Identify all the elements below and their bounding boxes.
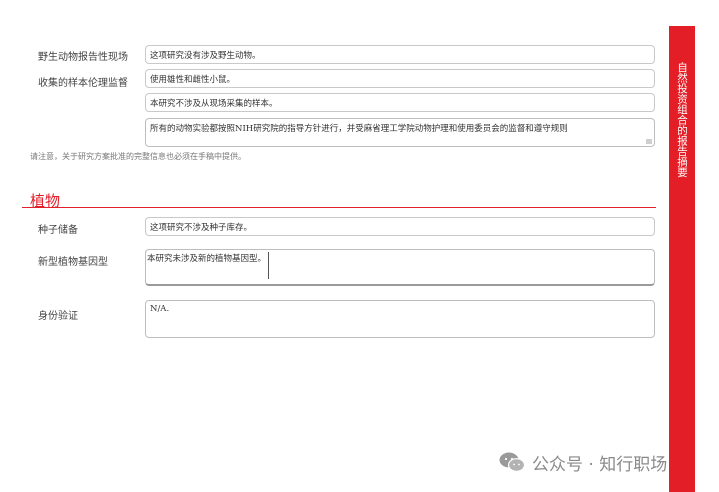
- wechat-icon: [499, 452, 526, 472]
- genotype-text: 本研究未涉及新的植物基因型。: [147, 254, 267, 264]
- text-cursor: [268, 252, 269, 279]
- authentication-label: 身份验证: [38, 311, 78, 322]
- protocol-note: 请注意，关于研究方案批准的完整信息也必须在手稿中提供。: [30, 152, 246, 161]
- report-summary-sidebar: 自然投资组合的报告摘要: [669, 26, 695, 492]
- seed-stock-field[interactable]: 这项研究不涉及种子库存。: [145, 217, 655, 236]
- wildlife-label: 野生动物报告性现场: [38, 52, 128, 63]
- watermark: 公众号 · 知行职场: [498, 450, 668, 475]
- wildlife-field[interactable]: 这项研究没有涉及野生动物。: [145, 45, 655, 64]
- field-samples-field[interactable]: 本研究不涉及从现场采集的样本。: [145, 93, 655, 112]
- animal-experiments-text: 所有的动物实验都按照NIH研究院的指导方针进行，并受麻省理工学院动物护理和使用委…: [150, 124, 568, 134]
- seed-stock-label: 种子储备: [38, 225, 78, 236]
- resize-grip-icon[interactable]: [646, 139, 652, 144]
- sidebar-title: 自然投资组合的报告摘要: [676, 62, 688, 178]
- ethics-field[interactable]: 使用雄性和雌性小鼠。: [145, 69, 655, 88]
- section-divider: [22, 207, 656, 208]
- genotype-label: 新型植物基因型: [38, 257, 108, 268]
- genotype-field[interactable]: 本研究未涉及新的植物基因型。: [145, 249, 655, 286]
- watermark-text: 公众号 · 知行职场: [532, 454, 668, 475]
- animal-experiments-field[interactable]: 所有的动物实验都按照NIH研究院的指导方针进行，并受麻省理工学院动物护理和使用委…: [145, 118, 655, 147]
- authentication-field[interactable]: N/A.: [145, 300, 655, 338]
- ethics-label: 收集的样本伦理监督: [38, 78, 128, 89]
